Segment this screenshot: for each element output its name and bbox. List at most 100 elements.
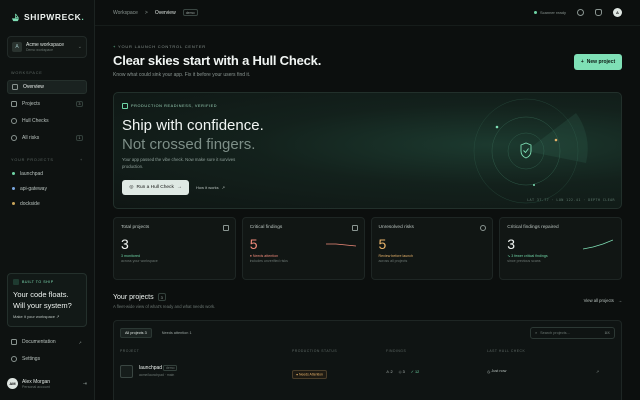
promo-tag: BUILT TO SHIP [13, 279, 81, 285]
breadcrumb: Workspace > Overview demo [113, 9, 198, 16]
column-project[interactable]: PROJECT [120, 349, 292, 353]
logout-icon[interactable]: ⇥ [83, 381, 87, 387]
page-header: + YOUR LAUNCH CONTROL CENTER Clear skies… [95, 44, 640, 78]
workspace-name: Acme workspace [26, 41, 65, 48]
arrow-right-icon: → [176, 185, 182, 190]
topbar: Workspace > Overview demo Scanner ready … [95, 0, 640, 26]
sidebar-item-overview[interactable]: Overview [7, 80, 87, 94]
brand-name: SHIPWRECK. [24, 12, 85, 22]
logo[interactable]: SHIPWRECK. [11, 12, 87, 22]
grid-icon [12, 84, 18, 90]
table-filters: All projects 3 Needs attention 1 ⌕ Searc… [114, 321, 621, 339]
workspace-avatar: A [12, 42, 22, 52]
stat-sub: across all projects [378, 259, 408, 263]
bell-icon[interactable] [595, 9, 602, 16]
topbar-actions: Scanner ready A [533, 8, 622, 17]
user-name: Alex Morgan [22, 378, 51, 385]
alert-icon [11, 135, 17, 141]
promo-link[interactable]: Make it your workspace ↗ [13, 314, 81, 319]
stat-card-findings-repaired[interactable]: Critical findings repaired 3 ↘ 3 fewer c… [499, 217, 622, 280]
stat-note: 3 monitored [121, 254, 140, 258]
shield-icon [480, 225, 487, 231]
row-last-check-cell: ◷ Just now ↗ [487, 369, 615, 374]
warning-icon [351, 225, 358, 231]
arrow-up-right-icon: ↗ [56, 314, 60, 319]
stat-sub: includes unverified risks [249, 259, 288, 263]
sidebar-item-hull-checks[interactable]: Hull Checks [7, 114, 87, 128]
sidebar-project-launchpad[interactable]: launchpad [7, 167, 87, 180]
row-status-cell: ● Needs Attention [292, 362, 386, 380]
stat-card-critical-findings[interactable]: Critical findings 5 ● Needs attention in… [241, 217, 365, 280]
breadcrumb-workspace[interactable]: Workspace [113, 10, 138, 16]
workspace-sub: Demo workspace [26, 47, 54, 52]
sidebar-item-label: Hull Checks [22, 118, 49, 124]
help-icon[interactable] [577, 9, 584, 16]
book-icon [11, 339, 17, 345]
stat-label: Critical findings [249, 225, 283, 230]
page-subtitle: Know what could sink your app. Fix it be… [113, 72, 251, 78]
sidebar-item-all-risks[interactable]: All risks 1 [7, 131, 87, 145]
hero-coordinates: LAT 37.77 · LON 122.41 · DEPTH CLEAR [527, 198, 615, 202]
sidebar-project-label: dockside [20, 200, 40, 207]
stat-note: ● Needs attention [249, 254, 279, 258]
project-dot [12, 202, 15, 205]
workspace-switcher[interactable]: A Acme workspace Demo workspace ⌄ [7, 36, 87, 58]
stat-sub: since previous scans [507, 259, 541, 263]
app-root: SHIPWRECK. A Acme workspace Demo workspa… [0, 0, 640, 400]
page-eyebrow: + YOUR LAUNCH CONTROL CENTER [113, 44, 206, 49]
stat-card-unresolved-risks[interactable]: Unresolved risks 5 Review before launch … [370, 217, 494, 280]
sidebar-project-label: launchpad [20, 170, 44, 177]
projects-count: 3 [157, 293, 166, 301]
search-input[interactable]: ⌕ Search projects... ⌘K [530, 327, 615, 339]
risks-count-badge: 1 [75, 135, 83, 141]
breadcrumb-separator: > [144, 9, 148, 16]
user-sub: Personal account [22, 384, 50, 389]
column-findings[interactable]: FINDINGS [386, 349, 487, 353]
user-account[interactable]: AM Alex Morgan Personal account ⇥ [7, 378, 87, 389]
column-last-check[interactable]: LAST HULL CHECK [487, 349, 525, 353]
hero-card: PRODUCTION READINESS, VERIFIED Ship with… [113, 92, 622, 209]
stat-sub: across your workspace [121, 259, 158, 263]
sidebar-item-settings[interactable]: Settings [7, 352, 87, 366]
rocket-icon [120, 364, 133, 378]
arrow-up-right-icon[interactable]: ↗ [596, 369, 599, 374]
new-project-button[interactable]: + New project [574, 54, 622, 70]
row-project-name: launchpad demo [139, 365, 177, 371]
sparkline [583, 239, 613, 250]
stat-card-total-projects[interactable]: Total projects 3 3 monitored across your… [113, 217, 236, 280]
view-all-projects-link[interactable]: View all projects → [584, 298, 622, 303]
sidebar-project-dockside[interactable]: dockside [7, 197, 87, 210]
projects-subtitle: A fleet-wide view of what's ready and wh… [113, 304, 216, 309]
filter-needs-attention[interactable]: Needs attention 1 [158, 329, 196, 337]
sidebar-item-label: Projects [22, 101, 41, 107]
page-title: Clear skies start with a Hull Check. [113, 53, 322, 68]
radar-icon: ◎ [129, 185, 134, 190]
add-project-icon[interactable]: + [80, 158, 83, 162]
status-badge: ● Needs Attention [292, 369, 327, 379]
critical-count: ⚠ 2 [386, 369, 393, 374]
demo-badge: demo [182, 9, 198, 16]
row-findings-cell: ⚠ 2 ◇ 3 ✓ 12 [386, 369, 487, 374]
sidebar-project-api-gateway[interactable]: api-gateway [7, 182, 87, 195]
stat-note: Review before launch [378, 254, 414, 258]
arrow-up-right-icon: ↗ [221, 185, 226, 190]
run-hull-check-button[interactable]: ◎ Run a Hull Check → [122, 180, 189, 195]
sidebar-item-projects[interactable]: Projects 3 [7, 97, 87, 111]
how-it-works-link[interactable]: How it works ↗ [196, 180, 225, 195]
projects-count-badge: 3 [75, 101, 83, 107]
filter-all-projects[interactable]: All projects 3 [120, 328, 152, 338]
passed-count: ✓ 12 [410, 369, 420, 374]
shield-icon [11, 118, 17, 124]
check-shield-icon [122, 103, 128, 109]
row-project-meta: acme/launchpad · main [139, 373, 175, 377]
sidebar: SHIPWRECK. A Acme workspace Demo workspa… [0, 0, 95, 400]
column-status[interactable]: PRODUCTION STATUS [292, 349, 386, 353]
row-last-check: Just now [491, 369, 507, 373]
status-dot [533, 11, 537, 14]
sidebar-item-label: All risks [22, 135, 40, 141]
sidebar-item-documentation[interactable]: Documentation ↗ [7, 335, 87, 349]
gear-icon [11, 356, 17, 362]
table-row[interactable]: launchpad demo acme/launchpad · main ● N… [114, 353, 621, 380]
avatar[interactable]: A [613, 8, 622, 17]
hero-body: Your app passed the vibe check. Now make… [122, 157, 236, 169]
